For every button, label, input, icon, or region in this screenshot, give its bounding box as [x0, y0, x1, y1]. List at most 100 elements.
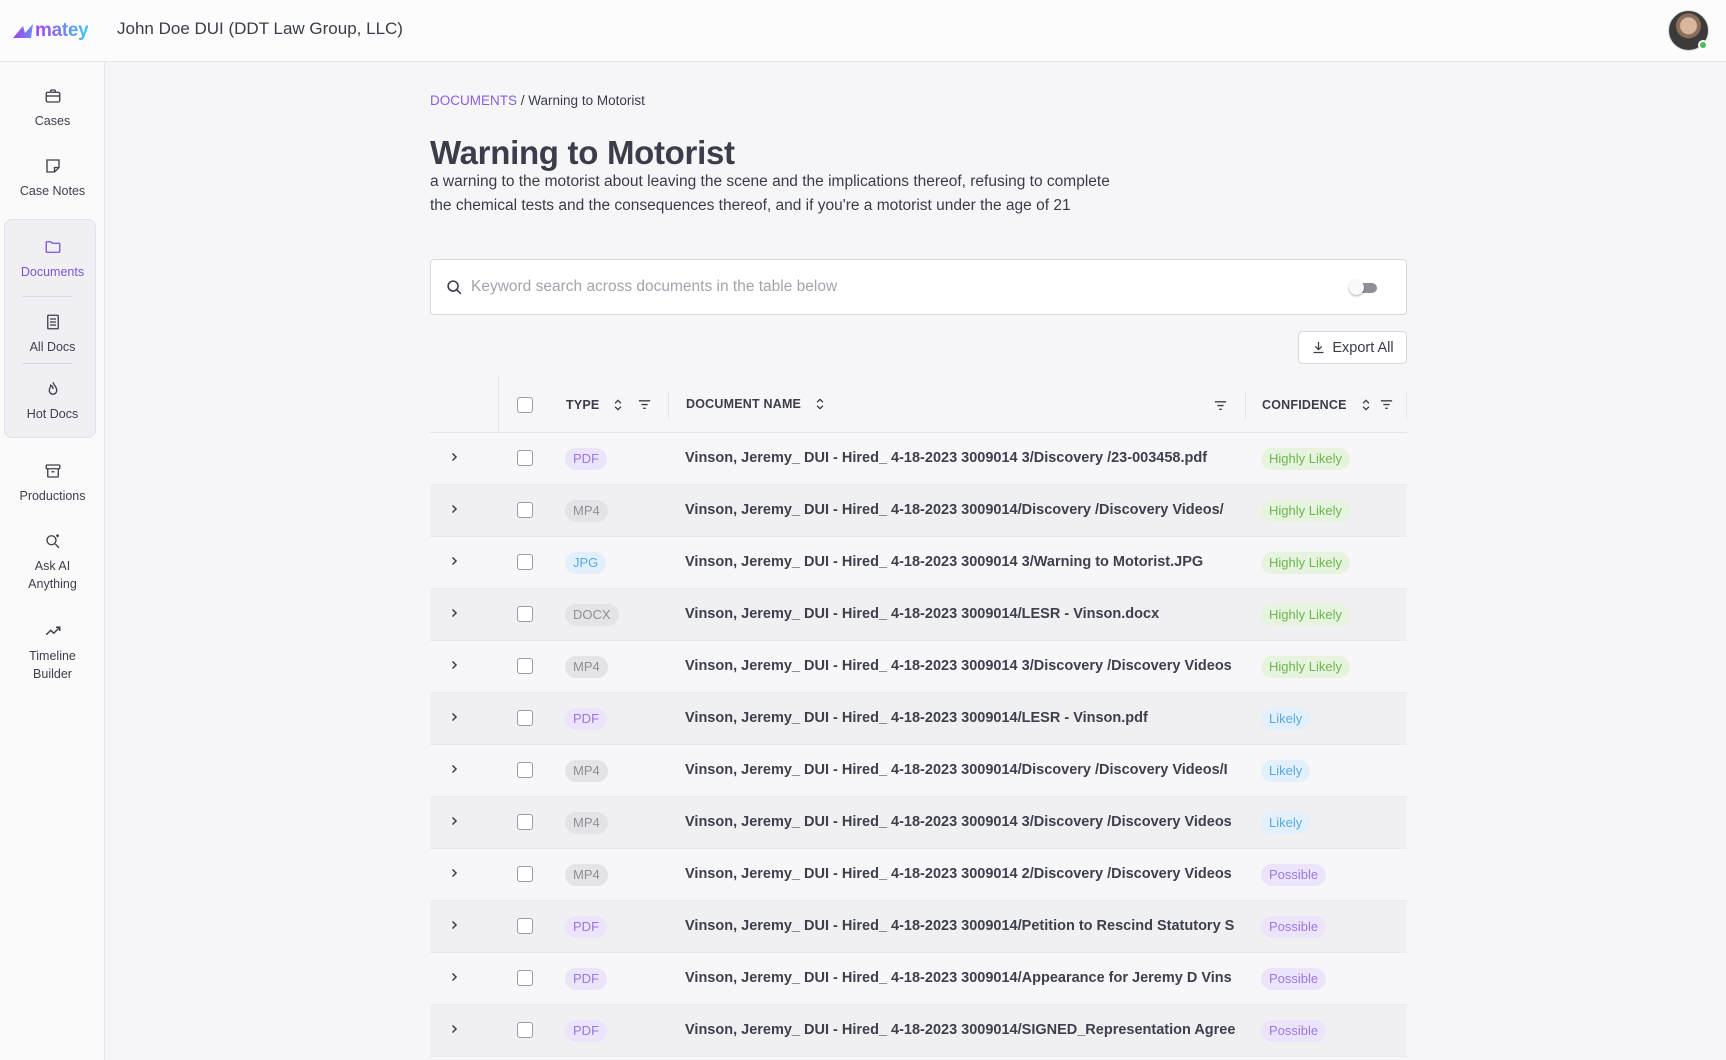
table-row[interactable]: PDF Vinson, Jeremy_ DUI - Hired_ 4-18-202…	[430, 433, 1407, 485]
filter-icon[interactable]	[1213, 398, 1228, 413]
file-type-badge: MP4	[565, 812, 608, 834]
sidebar-item-timeline-builder[interactable]: Timeline Builder	[0, 622, 105, 683]
nav-divider	[22, 296, 72, 297]
sidebar-item-case-notes[interactable]: Case Notes	[0, 157, 105, 200]
document-name-link[interactable]: Vinson, Jeremy_ DUI - Hired_ 4-18-2023 3…	[685, 606, 1246, 622]
briefcase-icon	[45, 89, 60, 103]
search-icon	[447, 280, 462, 295]
sidebar-item-documents[interactable]: Documents	[0, 238, 105, 281]
chevron-right-icon[interactable]	[448, 762, 460, 776]
table-row[interactable]: PDF Vinson, Jeremy_ DUI - Hired_ 4-18-202…	[430, 1005, 1407, 1057]
table-body: PDF Vinson, Jeremy_ DUI - Hired_ 4-18-202…	[430, 433, 1407, 1057]
sidebar-item-label: Hot Docs	[26, 407, 79, 421]
sidebar-item-all-docs[interactable]: All Docs	[0, 313, 105, 356]
document-name-column-header[interactable]: DOCUMENT NAME	[686, 397, 827, 411]
file-type-badge: MP4	[565, 864, 608, 886]
export-all-button[interactable]: Export All	[1298, 331, 1407, 364]
document-name-link[interactable]: Vinson, Jeremy_ DUI - Hired_ 4-18-2023 3…	[685, 866, 1246, 882]
breadcrumb-documents-link[interactable]: DOCUMENTS	[430, 93, 517, 108]
table-row[interactable]: MP4 Vinson, Jeremy_ DUI - Hired_ 4-18-202…	[430, 745, 1407, 797]
table-row[interactable]: PDF Vinson, Jeremy_ DUI - Hired_ 4-18-202…	[430, 953, 1407, 1005]
archive-box-icon	[45, 464, 60, 478]
chevron-right-icon[interactable]	[448, 710, 460, 724]
document-name-link[interactable]: Vinson, Jeremy_ DUI - Hired_ 4-18-2023 3…	[685, 710, 1246, 726]
table-row[interactable]: JPG Vinson, Jeremy_ DUI - Hired_ 4-18-202…	[430, 537, 1407, 589]
sort-icon[interactable]	[813, 397, 827, 411]
chevron-right-icon[interactable]	[448, 814, 460, 828]
table-row[interactable]: DOCX Vinson, Jeremy_ DUI - Hired_ 4-18-20…	[430, 589, 1407, 641]
sidebar-item-productions[interactable]: Productions	[0, 462, 105, 505]
document-name-link[interactable]: Vinson, Jeremy_ DUI - Hired_ 4-18-2023 3…	[685, 502, 1246, 518]
select-all-checkbox[interactable]	[517, 397, 533, 413]
table-row[interactable]: MP4 Vinson, Jeremy_ DUI - Hired_ 4-18-202…	[430, 797, 1407, 849]
row-checkbox[interactable]	[517, 918, 533, 934]
ai-search-icon	[45, 534, 59, 549]
document-name-link[interactable]: Vinson, Jeremy_ DUI - Hired_ 4-18-2023 3…	[685, 1022, 1246, 1038]
row-checkbox[interactable]	[517, 866, 533, 882]
document-name-link[interactable]: Vinson, Jeremy_ DUI - Hired_ 4-18-2023 3…	[685, 918, 1246, 934]
table-row[interactable]: PDF Vinson, Jeremy_ DUI - Hired_ 4-18-202…	[430, 901, 1407, 953]
row-checkbox[interactable]	[517, 606, 533, 622]
row-checkbox[interactable]	[517, 450, 533, 466]
type-column-header[interactable]: TYPE	[566, 397, 652, 412]
search-bar	[430, 259, 1407, 315]
sidebar-item-cases[interactable]: Cases	[0, 87, 105, 130]
document-name-link[interactable]: Vinson, Jeremy_ DUI - Hired_ 4-18-2023 3…	[685, 658, 1246, 674]
app-logo[interactable]: matey	[12, 19, 89, 43]
search-mode-toggle[interactable]	[1349, 280, 1377, 295]
row-checkbox[interactable]	[517, 658, 533, 674]
trend-line-icon	[45, 626, 60, 636]
row-checkbox[interactable]	[517, 762, 533, 778]
chevron-right-icon[interactable]	[448, 1022, 460, 1036]
document-name-link[interactable]: Vinson, Jeremy_ DUI - Hired_ 4-18-2023 3…	[685, 554, 1246, 570]
document-name-link[interactable]: Vinson, Jeremy_ DUI - Hired_ 4-18-2023 3…	[685, 814, 1246, 830]
table-row[interactable]: MP4 Vinson, Jeremy_ DUI - Hired_ 4-18-202…	[430, 485, 1407, 537]
chevron-right-icon[interactable]	[448, 554, 460, 568]
confidence-header-label: CONFIDENCE	[1262, 397, 1347, 412]
chevron-right-icon[interactable]	[448, 918, 460, 932]
column-divider	[498, 377, 499, 433]
confidence-badge: Highly Likely	[1261, 552, 1350, 574]
sort-icon[interactable]	[1359, 398, 1373, 412]
flame-icon	[48, 382, 57, 395]
filter-icon[interactable]	[637, 397, 652, 412]
page-title: Warning to Motorist	[430, 134, 735, 171]
column-divider	[1245, 391, 1246, 419]
sidebar-item-hot-docs[interactable]: Hot Docs	[0, 380, 105, 423]
row-checkbox[interactable]	[517, 970, 533, 986]
document-name-link[interactable]: Vinson, Jeremy_ DUI - Hired_ 4-18-2023 3…	[685, 762, 1246, 778]
document-name-link[interactable]: Vinson, Jeremy_ DUI - Hired_ 4-18-2023 3…	[685, 450, 1246, 466]
row-checkbox[interactable]	[517, 814, 533, 830]
chevron-right-icon[interactable]	[448, 450, 460, 464]
sidebar-item-label: All Docs	[29, 340, 76, 354]
row-checkbox[interactable]	[517, 710, 533, 726]
chevron-right-icon[interactable]	[448, 658, 460, 672]
sidebar: Cases Case Notes Documents All Docs Hot …	[0, 62, 105, 1060]
table-row[interactable]: PDF Vinson, Jeremy_ DUI - Hired_ 4-18-202…	[430, 693, 1407, 745]
sort-icon[interactable]	[611, 398, 625, 412]
type-header-label: TYPE	[566, 397, 600, 412]
file-type-badge: PDF	[565, 1020, 607, 1042]
chevron-right-icon[interactable]	[448, 970, 460, 984]
document-list-icon	[46, 314, 59, 330]
sidebar-item-label: Timeline Builder	[29, 649, 76, 681]
confidence-badge: Possible	[1261, 864, 1327, 886]
chevron-right-icon[interactable]	[448, 502, 460, 516]
row-checkbox[interactable]	[517, 554, 533, 570]
row-checkbox[interactable]	[517, 502, 533, 518]
document-name-header-label: DOCUMENT NAME	[686, 397, 802, 411]
filter-icon[interactable]	[1379, 397, 1394, 412]
confidence-badge: Likely	[1261, 760, 1311, 782]
download-icon	[1313, 341, 1324, 354]
confidence-column-header[interactable]: CONFIDENCE	[1262, 397, 1394, 412]
table-row[interactable]: MP4 Vinson, Jeremy_ DUI - Hired_ 4-18-202…	[430, 849, 1407, 901]
sidebar-item-ask-ai-anything[interactable]: Ask AI Anything	[0, 532, 105, 593]
search-input[interactable]	[471, 274, 1321, 300]
document-name-link[interactable]: Vinson, Jeremy_ DUI - Hired_ 4-18-2023 3…	[685, 970, 1246, 986]
row-checkbox[interactable]	[517, 1022, 533, 1038]
chevron-right-icon[interactable]	[448, 606, 460, 620]
confidence-badge: Possible	[1261, 968, 1327, 990]
table-row[interactable]: MP4 Vinson, Jeremy_ DUI - Hired_ 4-18-202…	[430, 641, 1407, 693]
confidence-badge: Likely	[1261, 708, 1311, 730]
chevron-right-icon[interactable]	[448, 866, 460, 880]
